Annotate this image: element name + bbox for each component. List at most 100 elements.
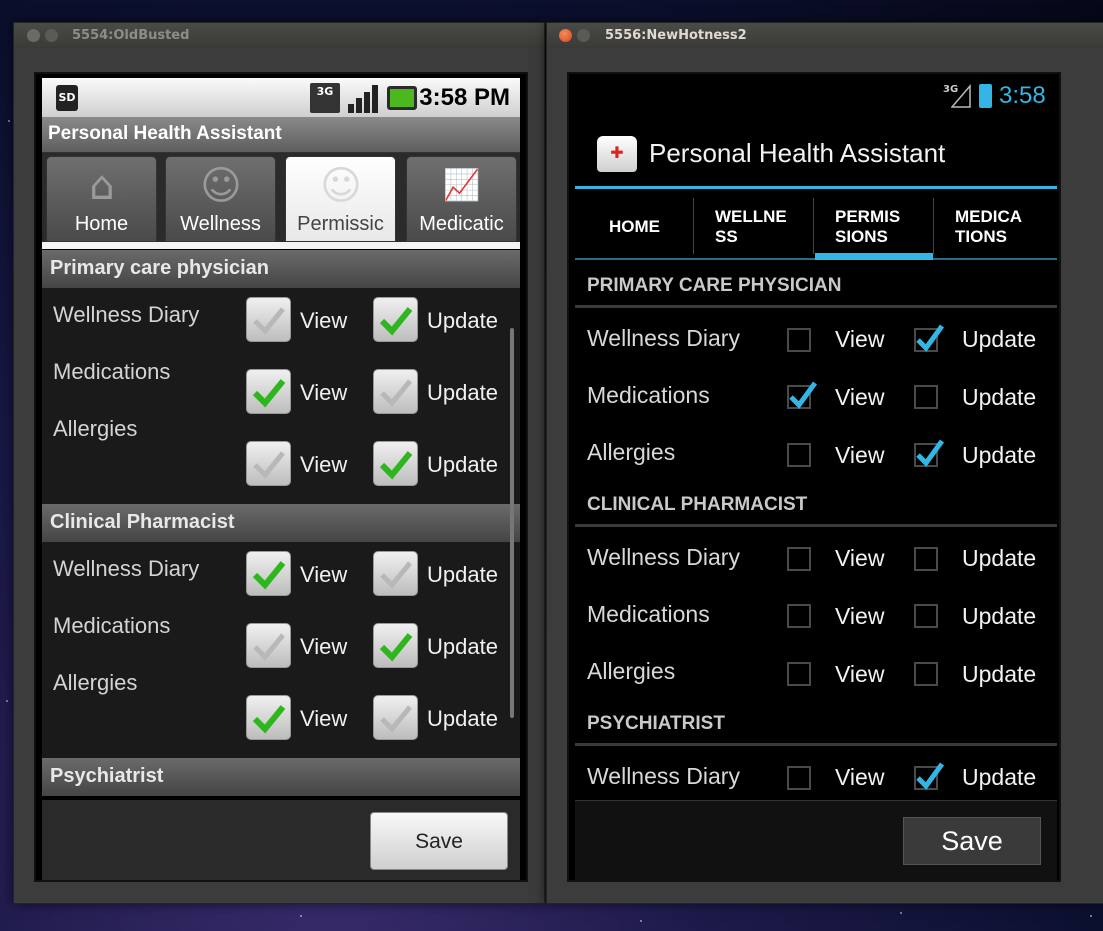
update-label: Update xyxy=(962,764,1037,790)
section-header: Clinical Pharmacist xyxy=(42,504,520,542)
view-label: View xyxy=(835,545,885,571)
row-label: Allergies xyxy=(53,670,138,695)
update-checkbox[interactable] xyxy=(914,547,938,571)
status-bar: SD 3G 3:58 PM xyxy=(42,78,520,117)
close-window-button[interactable] xyxy=(27,29,40,42)
update-checkbox[interactable] xyxy=(373,695,418,740)
update-checkbox[interactable] xyxy=(373,441,418,486)
section-header: PSYCHIATRIST xyxy=(575,702,1057,746)
update-label: Update xyxy=(427,706,498,731)
row-label: Wellness Diary xyxy=(53,302,200,327)
update-label: Update xyxy=(962,661,1037,687)
permissions-list[interactable]: PRIMARY CARE PHYSICIAN Wellness Diary Vi… xyxy=(575,264,1057,798)
close-window-button[interactable] xyxy=(559,29,572,42)
update-checkbox[interactable] xyxy=(914,385,938,409)
update-checkbox[interactable] xyxy=(914,324,945,352)
bottom-bar: Save xyxy=(42,800,520,880)
tab-home[interactable]: ⌂ Home xyxy=(46,156,157,242)
tab-bar: ⌂ Home ☺ Wellness ☺ Permissic 📈 Medicati… xyxy=(42,153,520,249)
tab-permissions[interactable]: ☺ Permissic xyxy=(285,156,396,242)
app-title: Personal Health Assistant xyxy=(649,138,946,168)
view-checkbox[interactable] xyxy=(246,695,291,740)
first-aid-kit-icon: ✚ xyxy=(597,136,637,172)
new-phone-screen: 3G 3:58 ✚ Personal Health Assistant HOME… xyxy=(567,72,1061,882)
view-label: View xyxy=(835,326,885,352)
update-label: Update xyxy=(962,442,1037,468)
row-label: Wellness Diary xyxy=(587,325,740,351)
section-header: Psychiatrist xyxy=(42,758,520,796)
status-time: 3:58 xyxy=(999,82,1046,109)
row-label: Allergies xyxy=(53,416,138,441)
tab-wellness[interactable]: ☺ Wellness xyxy=(165,156,276,242)
view-checkbox[interactable] xyxy=(787,443,811,467)
view-label: View xyxy=(300,562,348,587)
home-icon: ⌂ xyxy=(89,163,115,209)
minimize-window-button[interactable] xyxy=(577,29,590,42)
view-checkbox[interactable] xyxy=(787,381,818,409)
view-checkbox[interactable] xyxy=(246,441,291,486)
view-checkbox[interactable] xyxy=(246,551,291,596)
view-checkbox[interactable] xyxy=(787,604,811,628)
permissions-list[interactable]: Primary care physician Wellness Diary Vi… xyxy=(42,250,520,796)
save-button[interactable]: Save xyxy=(903,817,1041,865)
smiley-icon: ☺ xyxy=(320,163,362,209)
view-label: View xyxy=(835,384,885,410)
view-checkbox[interactable] xyxy=(246,297,291,342)
view-checkbox[interactable] xyxy=(787,662,811,686)
view-label: View xyxy=(300,706,348,731)
update-checkbox[interactable] xyxy=(373,369,418,414)
update-label: Update xyxy=(427,380,498,405)
tab-medications[interactable]: 📈 Medicatic xyxy=(406,156,517,242)
window-titlebar[interactable]: 5554:OldBusted xyxy=(14,23,544,48)
view-checkbox[interactable] xyxy=(246,369,291,414)
view-label: View xyxy=(300,452,348,477)
view-label: View xyxy=(835,661,885,687)
update-checkbox[interactable] xyxy=(914,604,938,628)
scrollbar[interactable] xyxy=(510,328,514,718)
section-header: CLINICAL PHARMACIST xyxy=(575,483,1057,527)
chart-icon: 📈 xyxy=(443,168,481,203)
tab-medications[interactable]: MEDICA TIONS xyxy=(935,198,1053,260)
update-checkbox[interactable] xyxy=(914,662,938,686)
view-checkbox[interactable] xyxy=(787,547,811,571)
update-checkbox[interactable] xyxy=(373,551,418,596)
window-title: 5554:OldBusted xyxy=(72,28,190,43)
update-label: Update xyxy=(962,603,1037,629)
view-label: View xyxy=(835,764,885,790)
signal-strength-icon xyxy=(344,83,378,113)
save-button[interactable]: Save xyxy=(370,812,508,870)
update-checkbox[interactable] xyxy=(373,297,418,342)
row-label: Wellness Diary xyxy=(587,763,740,789)
row-label: Wellness Diary xyxy=(53,556,200,581)
view-label: View xyxy=(835,603,885,629)
minimize-window-button[interactable] xyxy=(45,29,58,42)
update-checkbox[interactable] xyxy=(914,762,945,790)
update-checkbox[interactable] xyxy=(914,439,945,467)
view-label: View xyxy=(835,442,885,468)
tab-home[interactable]: HOME xyxy=(575,198,693,260)
view-checkbox[interactable] xyxy=(787,766,811,790)
tab-permissions[interactable]: PERMIS SIONS xyxy=(815,198,933,260)
view-checkbox[interactable] xyxy=(787,328,811,352)
update-label: Update xyxy=(427,562,498,587)
sd-card-icon: SD xyxy=(56,85,78,111)
view-label: View xyxy=(300,308,348,333)
row-label: Medications xyxy=(53,613,171,638)
window-titlebar[interactable]: 5556:NewHotness2 xyxy=(547,23,1103,48)
row-label: Allergies xyxy=(587,658,676,684)
view-label: View xyxy=(300,380,348,405)
update-label: Update xyxy=(427,308,498,333)
status-time: 3:58 PM xyxy=(419,84,510,111)
app-titlebar: Personal Health Assistant xyxy=(42,117,520,153)
view-label: View xyxy=(300,634,348,659)
view-checkbox[interactable] xyxy=(246,623,291,668)
bottom-bar: Save xyxy=(575,800,1057,880)
update-checkbox[interactable] xyxy=(373,623,418,668)
selected-tab-indicator xyxy=(815,253,933,260)
tab-bar: HOME WELLNE SS PERMIS SIONS MEDICA TIONS xyxy=(575,198,1057,260)
tab-wellness[interactable]: WELLNE SS xyxy=(695,198,813,260)
section-header: PRIMARY CARE PHYSICIAN xyxy=(575,264,1057,308)
row-label: Medications xyxy=(587,601,710,627)
update-label: Update xyxy=(427,452,498,477)
battery-charging-icon xyxy=(979,84,992,108)
